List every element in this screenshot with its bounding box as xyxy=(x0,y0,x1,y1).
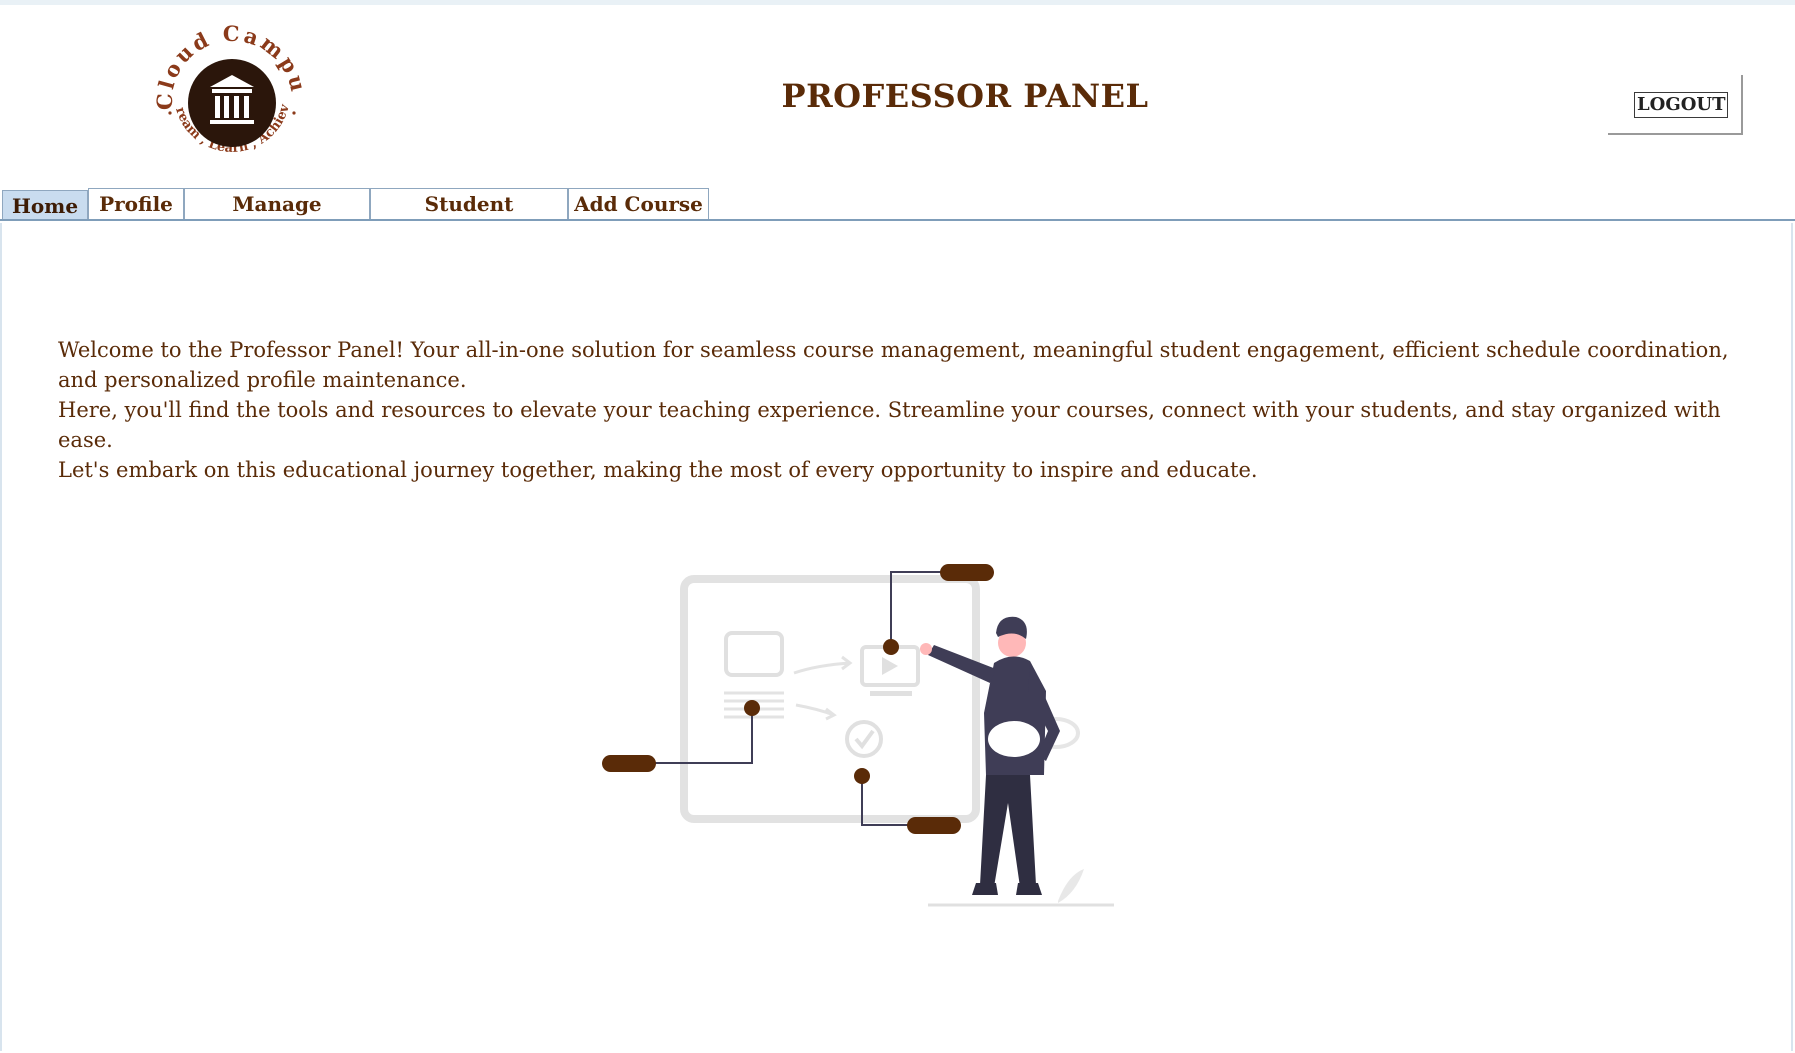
tab-profile[interactable]: Profile xyxy=(88,188,184,220)
logout-button-frame: LOGOUT xyxy=(1608,75,1743,135)
welcome-text: Welcome to the Professor Panel! Your all… xyxy=(58,335,1758,485)
welcome-line: Let's embark on this educational journey… xyxy=(58,458,1258,482)
presenter-illustration xyxy=(598,523,1138,923)
welcome-line: Welcome to the Professor Panel! Your all… xyxy=(58,338,1729,362)
logout-button[interactable]: LOGOUT xyxy=(1634,92,1729,118)
tab-home[interactable]: Home xyxy=(2,190,88,221)
tab-student-requests[interactable]: Student Requests xyxy=(370,188,568,246)
tab-add-course[interactable]: Add Course xyxy=(568,188,709,220)
welcome-line: and personalized profile maintenance. xyxy=(58,368,467,392)
home-panel: Welcome to the Professor Panel! Your all… xyxy=(0,223,1793,1051)
tab-manage-courses[interactable]: Manage Courses xyxy=(184,188,370,246)
welcome-line: Here, you'll find the tools and resource… xyxy=(58,398,1721,452)
page-title: PROFESSOR PANEL xyxy=(781,77,1149,115)
tab-divider xyxy=(0,219,1795,221)
header: Cloud Campus Dream , Learn , Achieve PRO… xyxy=(0,0,1795,188)
tab-bar: Home Profile Manage Courses Student Requ… xyxy=(0,188,1795,246)
